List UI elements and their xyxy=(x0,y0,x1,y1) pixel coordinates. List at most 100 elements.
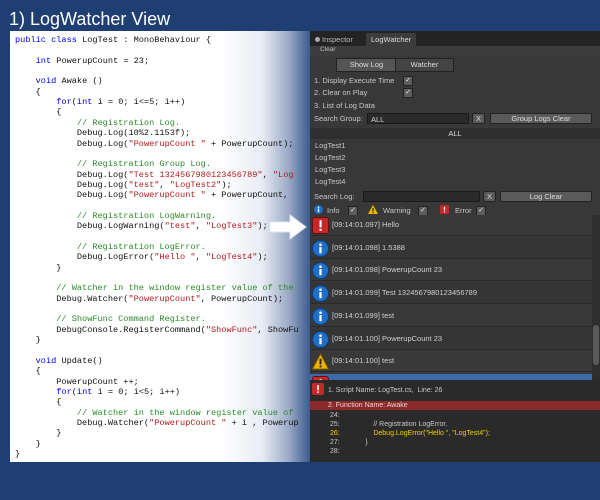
log-entry-text: [09:14:01.098] 1.5388 xyxy=(332,242,405,252)
error-filter-label: Error xyxy=(455,206,472,215)
search-group-label: Search Group: xyxy=(314,114,363,123)
clear-on-play-checkbox[interactable]: ✓ xyxy=(403,88,413,98)
group-item[interactable]: LogTest2 xyxy=(310,152,600,164)
detail-line-number: 26: xyxy=(330,430,340,437)
clear-search-log-button[interactable]: X xyxy=(483,191,496,202)
detail-line-number: 28: xyxy=(330,448,340,455)
detail-code-text: Debug.LogError("Hello ", "LogTest4"); xyxy=(350,430,490,437)
warning-icon xyxy=(312,353,329,370)
log-entry-info[interactable]: [09:14:01.098] PowerupCount 23 xyxy=(310,260,592,282)
log-entry-text: [09:14:01.099] test xyxy=(332,310,395,320)
code-line: } xyxy=(15,438,41,449)
code-line: Debug.Watcher("PowerupCount " + i , Powe… xyxy=(15,417,299,428)
detail-code-text: // Registration LogError. xyxy=(350,421,448,428)
clear-search-group-button[interactable]: X xyxy=(472,113,485,124)
log-entry-text: [09:14:01.100] PowerupCount 23 xyxy=(332,333,443,343)
warning-filter-label: Warning xyxy=(383,206,411,215)
code-line: Debug.Log("PowerupCount " + PowerupCount… xyxy=(15,138,294,149)
tab-inspector-label: Inspector xyxy=(322,35,353,44)
page-title: 1) LogWatcher View xyxy=(9,9,171,29)
tab-inspector[interactable]: Inspector xyxy=(310,33,358,46)
code-line: { xyxy=(15,366,41,377)
display-execute-time-checkbox[interactable]: ✓ xyxy=(403,76,413,86)
code-line: // ShowFunc Command Register. xyxy=(56,314,206,325)
group-item[interactable]: LogTest3 xyxy=(310,164,600,176)
info-icon xyxy=(312,239,329,257)
option-clear-on-play: 2. Clear on Play xyxy=(314,88,368,97)
code-line: public class LogTest : MonoBehaviour { xyxy=(15,35,211,45)
code-line: Debug.Log("Test 1324567980123456789", "L… xyxy=(15,169,294,180)
code-line: void Awake () xyxy=(35,76,103,87)
option-display-execute-time: 1. Display Execute Time xyxy=(314,76,395,85)
info-icon xyxy=(314,205,323,214)
log-entry-text: [09:14:01.097] Hello xyxy=(332,220,400,229)
search-group-input[interactable]: ALL xyxy=(367,113,469,124)
code-line: // Registration Group Log. xyxy=(76,159,211,170)
code-line: for(int i = 0; i<5; i++) xyxy=(56,386,181,397)
inspector-tab-icon xyxy=(315,37,320,42)
error-icon xyxy=(440,205,449,214)
code-line: DebugConsole.RegisterCommand("ShowFunc",… xyxy=(15,324,299,335)
warning-icon xyxy=(368,205,378,214)
log-entry-text: [09:14:01.100] test xyxy=(332,356,395,366)
arrow-right-icon xyxy=(269,214,307,240)
code-line: int PowerupCount = 23; xyxy=(35,55,150,66)
code-line: { xyxy=(15,86,41,97)
code-line: Debug.Log("test", "LogTest2"); xyxy=(15,179,232,190)
option-list-of-log-data: 3. List of Log Data xyxy=(314,101,375,110)
code-line: // Registration LogError. xyxy=(76,242,206,252)
detail-function-line: 2. Function Name: Awake xyxy=(328,402,408,409)
log-clear-button[interactable]: Log Clear xyxy=(500,191,592,202)
code-line: Debug.Watcher("PowerupCount", PowerupCou… xyxy=(15,293,284,304)
clear-label[interactable]: Clear xyxy=(320,46,336,53)
log-entry-info[interactable]: [09:14:01.099] test xyxy=(310,305,592,327)
code-line: void Update() xyxy=(35,355,103,366)
watcher-button[interactable]: Watcher xyxy=(395,58,454,72)
error-icon xyxy=(312,383,324,395)
log-entry-text: [09:14:01.098] PowerupCount 23 xyxy=(332,265,443,275)
log-scrollbar[interactable] xyxy=(592,215,600,380)
info-filter-label: Info xyxy=(327,206,340,215)
code-panel: public class LogTest : MonoBehaviour { i… xyxy=(10,31,310,462)
info-icon xyxy=(312,307,329,325)
log-entry-info[interactable]: [09:14:01.099] Test 1324567980123456789 xyxy=(310,283,592,305)
code-line: } xyxy=(15,428,62,439)
logwatcher-window: Inspector LogWatcher Clear Show Log Watc… xyxy=(310,31,600,462)
detail-line-number: 24: xyxy=(330,412,340,419)
scrollbar-thumb[interactable] xyxy=(593,325,599,365)
code-line: // Registration Log. xyxy=(76,117,181,128)
code-line: Debug.LogWarning("test", "LogTest3"); xyxy=(15,221,268,232)
code-line: } xyxy=(15,262,62,273)
code-line: } xyxy=(15,449,21,459)
error-icon xyxy=(312,217,329,234)
log-entry-warning[interactable]: [09:14:01.100] test xyxy=(310,351,592,373)
code-line: Debug.Log("PowerupCount " + PowerupCount… xyxy=(15,190,289,201)
tab-bar: Inspector LogWatcher xyxy=(310,31,600,46)
show-log-button[interactable]: Show Log xyxy=(336,58,397,72)
code-line: Debug.LogError("Hello ", "LogTest4"); xyxy=(15,252,268,263)
tab-logwatcher-label: LogWatcher xyxy=(371,35,412,44)
group-logs-clear-button[interactable]: Group Logs Clear xyxy=(490,113,592,124)
code-line: } xyxy=(15,335,41,346)
code-line: PowerupCount ++; xyxy=(15,376,139,387)
all-group-header[interactable]: ALL xyxy=(310,128,600,139)
search-log-input[interactable] xyxy=(363,191,480,202)
info-icon xyxy=(312,262,329,280)
detail-line-number: 27: xyxy=(330,439,340,446)
info-icon xyxy=(312,330,329,348)
detail-line-number: 25: xyxy=(330,421,340,428)
info-icon xyxy=(312,285,329,303)
clear-row: Clear xyxy=(310,46,600,56)
search-log-label: Search Log: xyxy=(314,192,355,201)
code-line: { xyxy=(15,397,62,408)
code-line: for(int i = 0; i<=5; i++) xyxy=(56,97,186,108)
log-entry-info[interactable]: [09:14:01.100] PowerupCount 23 xyxy=(310,328,592,350)
code-line: // Watcher in the window register value … xyxy=(56,283,294,294)
group-item[interactable]: LogTest1 xyxy=(310,140,600,152)
tab-logwatcher[interactable]: LogWatcher xyxy=(366,33,417,46)
detail-script-line: 1. Script Name: LogTest.cs, Line: 26 xyxy=(328,387,443,394)
log-entry-text: [09:14:01.099] Test 1324567980123456789 xyxy=(332,288,477,298)
log-entry-error[interactable]: [09:14:01.097] Hello xyxy=(310,215,592,236)
group-item[interactable]: LogTest4 xyxy=(310,176,600,188)
log-entry-info[interactable]: [09:14:01.098] 1.5388 xyxy=(310,237,592,259)
